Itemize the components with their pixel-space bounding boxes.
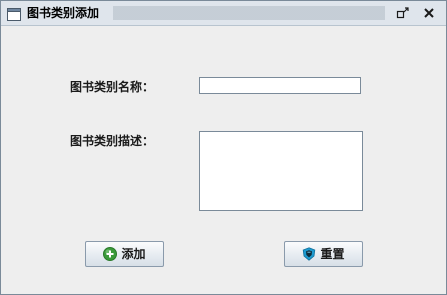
add-button[interactable]: 添加 bbox=[85, 241, 164, 267]
category-description-label: 图书类别描述： bbox=[70, 134, 155, 148]
window-title: 图书类别添加 bbox=[27, 6, 100, 20]
title-bar-texture bbox=[113, 6, 385, 20]
category-name-input[interactable] bbox=[199, 77, 361, 94]
reset-button-label: 重置 bbox=[320, 247, 345, 261]
restore-icon[interactable] bbox=[395, 5, 411, 21]
category-name-label: 图书类别名称： bbox=[70, 80, 155, 94]
title-bar[interactable]: 图书类别添加 bbox=[1, 1, 446, 26]
add-circle-icon bbox=[103, 247, 118, 261]
reset-shield-icon bbox=[302, 247, 316, 261]
add-button-label: 添加 bbox=[121, 247, 146, 261]
reset-button[interactable]: 重置 bbox=[284, 241, 363, 267]
close-icon[interactable] bbox=[421, 5, 437, 21]
window-icon bbox=[7, 6, 21, 21]
dialog-window: 图书类别添加 图书类别名称： 图书类别描述： 添加 重置 bbox=[0, 0, 447, 295]
category-description-textarea[interactable] bbox=[199, 131, 363, 211]
